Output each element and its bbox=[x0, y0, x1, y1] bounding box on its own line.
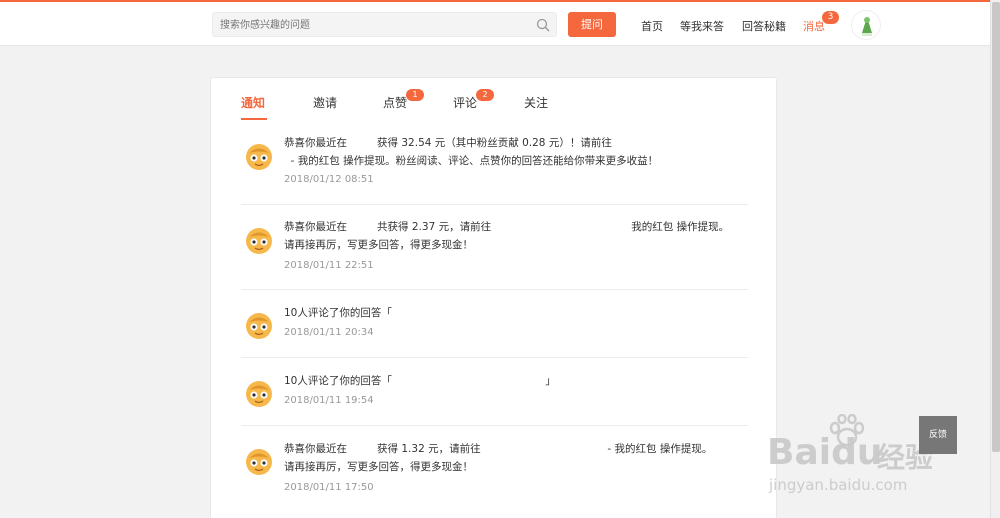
scrollbar-thumb[interactable] bbox=[992, 2, 1000, 452]
mascot-avatar-icon bbox=[246, 381, 272, 407]
tab-likes[interactable]: 点赞 bbox=[383, 94, 407, 111]
notification-time: 2018/01/11 17:50 bbox=[284, 482, 374, 493]
nav-waiting-answers[interactable]: 等我来答 bbox=[680, 18, 724, 34]
watermark-brand: Baidu bbox=[767, 432, 883, 473]
comments-count-badge: 2 bbox=[476, 89, 494, 101]
avatar-image-icon bbox=[852, 11, 880, 39]
nav-answer-tips[interactable]: 回答秘籍 bbox=[742, 18, 786, 34]
tab-invitations[interactable]: 邀请 bbox=[313, 94, 337, 111]
list-item[interactable]: 恭喜你最近在 获得 1.32 元，请前往 - 我的红包 操作提现。 请再接再厉，… bbox=[241, 426, 748, 516]
search-box[interactable] bbox=[212, 12, 557, 37]
notification-text-line2: 请再接再厉，写更多回答，得更多现金！ bbox=[284, 461, 473, 473]
list-item[interactable]: 恭喜你最近在 共获得 2.37 元，请前往 我的红包 操作提现。 请再接再厉，写… bbox=[241, 205, 748, 290]
user-avatar[interactable] bbox=[851, 10, 881, 40]
notification-text: 10人评论了你的回答「 bbox=[284, 307, 392, 319]
nav-home[interactable]: 首页 bbox=[641, 18, 663, 34]
notification-time: 2018/01/11 19:54 bbox=[284, 395, 374, 406]
notification-text-line2: 请再接再厉，写更多回答，得更多现金！ bbox=[284, 239, 473, 251]
top-header: 提问 首页 等我来答 回答秘籍 消息 3 bbox=[0, 2, 990, 46]
likes-count-badge: 1 bbox=[406, 89, 424, 101]
watermark-url: jingyan.baidu.com bbox=[769, 476, 908, 494]
mascot-avatar-icon bbox=[246, 228, 272, 254]
search-input[interactable] bbox=[220, 16, 520, 34]
notification-text: 恭喜你最近在 获得 32.54 元（其中粉丝贡献 0.28 元）！请前往 bbox=[284, 137, 612, 149]
notification-text-line2: - 我的红包 操作提现。粉丝阅读、评论、点赞你的回答还能给你带来更多收益！ bbox=[284, 155, 659, 167]
active-tab-underline bbox=[241, 118, 267, 120]
message-count-badge: 3 bbox=[822, 11, 839, 24]
message-tabs: 通知 邀请 点赞 1 评论 2 关注 bbox=[211, 78, 776, 123]
tab-notifications[interactable]: 通知 bbox=[241, 94, 265, 111]
notification-time: 2018/01/11 22:51 bbox=[284, 260, 374, 271]
search-icon[interactable] bbox=[536, 18, 550, 32]
notification-time: 2018/01/11 20:34 bbox=[284, 327, 374, 338]
baidu-jingyan-watermark: Baidu 经验 jingyan.baidu.com bbox=[765, 410, 945, 510]
tab-follows[interactable]: 关注 bbox=[524, 94, 548, 111]
notification-list: 恭喜你最近在 获得 32.54 元（其中粉丝贡献 0.28 元）！请前往 - 我… bbox=[241, 123, 748, 516]
notification-time: 2018/01/12 08:51 bbox=[284, 174, 374, 185]
page-scrollbar[interactable] bbox=[990, 0, 1000, 518]
notification-card: 通知 邀请 点赞 1 评论 2 关注 恭喜你最近在 获得 32.54 元（其中粉… bbox=[210, 77, 777, 518]
list-item[interactable]: 恭喜你最近在 获得 32.54 元（其中粉丝贡献 0.28 元）！请前往 - 我… bbox=[241, 123, 748, 205]
mascot-avatar-icon bbox=[246, 449, 272, 475]
ask-question-button[interactable]: 提问 bbox=[568, 12, 616, 37]
list-item[interactable]: 10人评论了你的回答「 2018/01/11 20:34 bbox=[241, 290, 748, 358]
notification-text: 恭喜你最近在 获得 1.32 元，请前往 - 我的红包 操作提现。 bbox=[284, 443, 713, 455]
feedback-button[interactable]: 反馈 bbox=[919, 416, 957, 454]
mascot-avatar-icon bbox=[246, 313, 272, 339]
tab-comments[interactable]: 评论 bbox=[453, 94, 477, 111]
mascot-avatar-icon bbox=[246, 144, 272, 170]
notification-text: 恭喜你最近在 共获得 2.37 元，请前往 我的红包 操作提现。 bbox=[284, 221, 730, 233]
notification-text: 10人评论了你的回答「 」 bbox=[284, 375, 556, 387]
list-item[interactable]: 10人评论了你的回答「 」 2018/01/11 19:54 bbox=[241, 358, 748, 426]
